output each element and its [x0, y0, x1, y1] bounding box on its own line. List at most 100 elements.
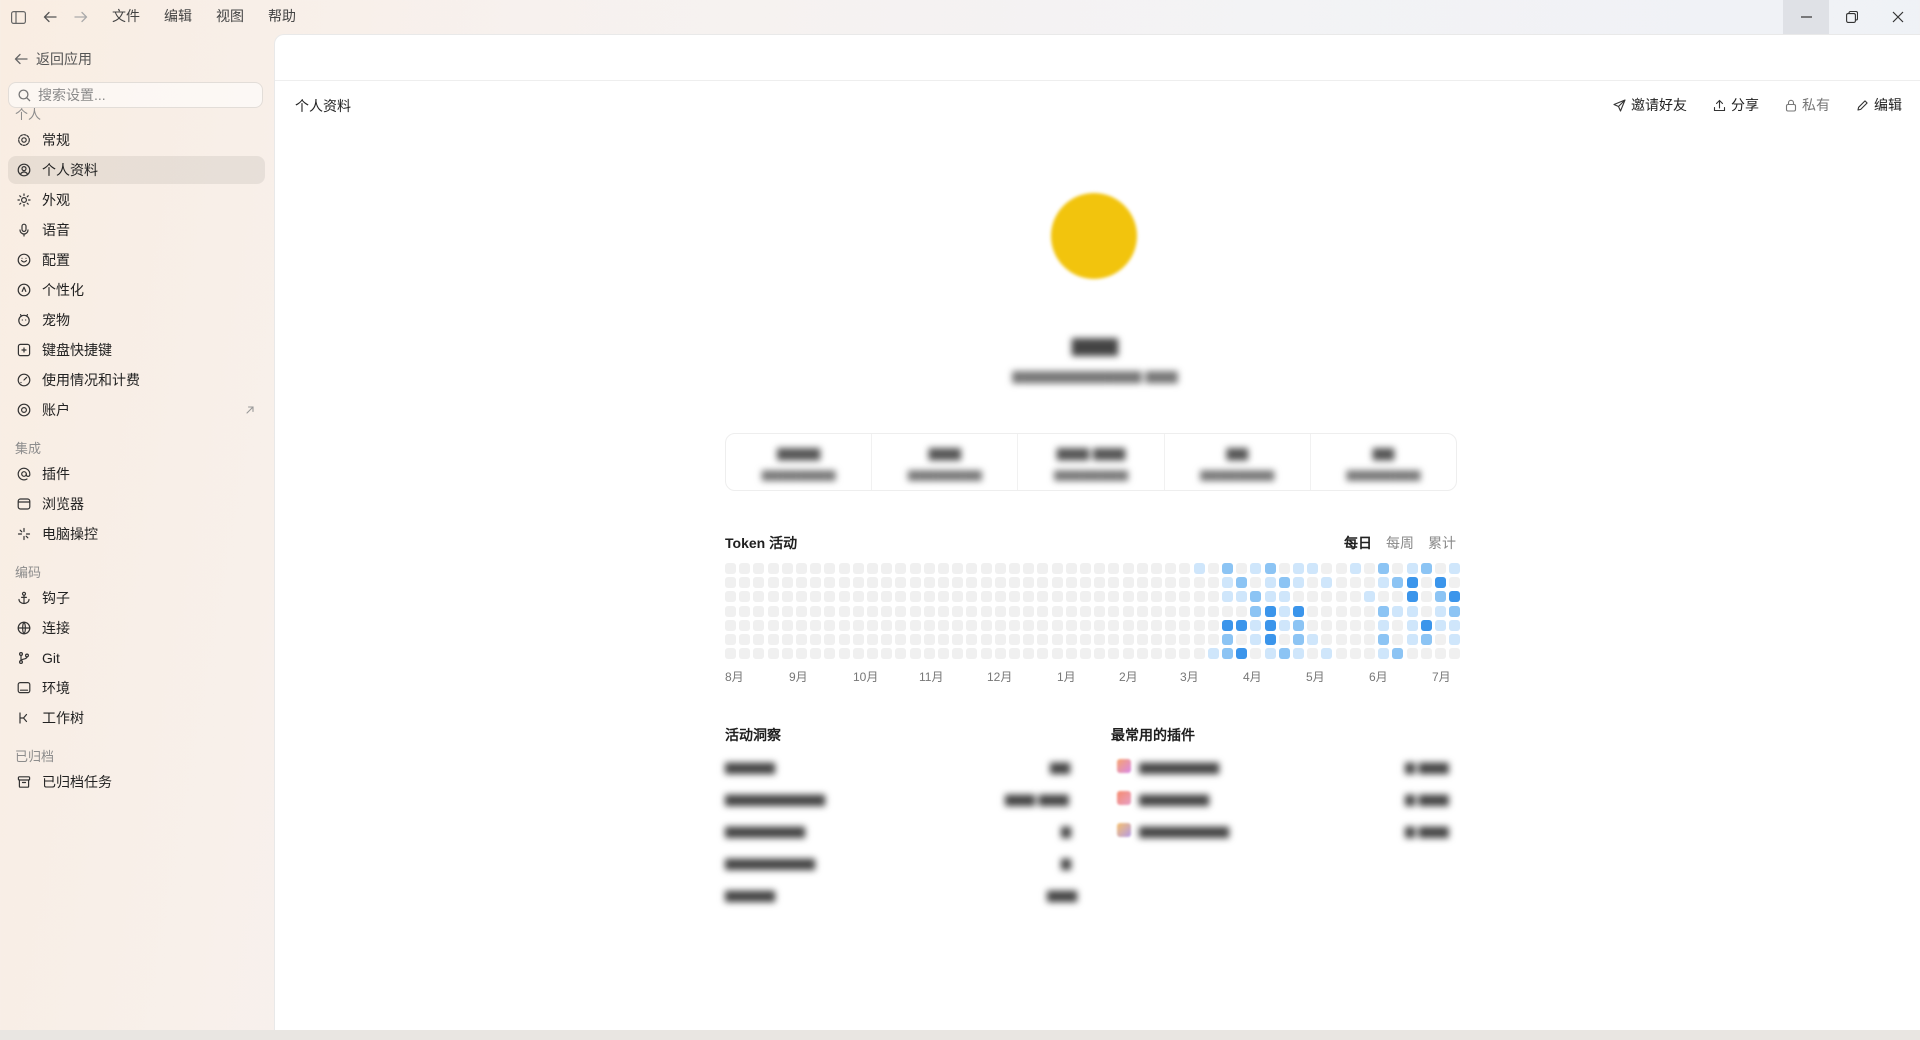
heatmap-cell[interactable] [1279, 620, 1290, 631]
heatmap-cell[interactable] [1279, 591, 1290, 602]
heatmap-cell[interactable] [1449, 606, 1460, 617]
heatmap-cell[interactable] [768, 620, 779, 631]
heatmap-cell[interactable] [1208, 606, 1219, 617]
heatmap-cell[interactable] [910, 563, 921, 574]
heatmap-cell[interactable] [995, 591, 1006, 602]
heatmap-cell[interactable] [1321, 648, 1332, 659]
heatmap-cell[interactable] [995, 563, 1006, 574]
heatmap-cell[interactable] [1094, 606, 1105, 617]
heatmap-cell[interactable] [1066, 648, 1077, 659]
heatmap-cell[interactable] [725, 563, 736, 574]
heatmap-cell[interactable] [1364, 620, 1375, 631]
heatmap-cell[interactable] [966, 606, 977, 617]
heatmap-cell[interactable] [867, 591, 878, 602]
heatmap-cell[interactable] [981, 563, 992, 574]
heatmap-cell[interactable] [1307, 634, 1318, 645]
heatmap-cell[interactable] [1023, 620, 1034, 631]
heatmap-cell[interactable] [1165, 648, 1176, 659]
heatmap-cell[interactable] [1108, 606, 1119, 617]
heatmap-cell[interactable] [1265, 606, 1276, 617]
heatmap-cell[interactable] [995, 648, 1006, 659]
heatmap-cell[interactable] [1066, 634, 1077, 645]
search-input[interactable] [38, 87, 248, 103]
heatmap-cell[interactable] [824, 577, 835, 588]
heatmap-cell[interactable] [938, 634, 949, 645]
heatmap-cell[interactable] [1222, 648, 1233, 659]
heatmap-cell[interactable] [1250, 606, 1261, 617]
heatmap-cell[interactable] [853, 620, 864, 631]
heatmap-cell[interactable] [1449, 634, 1460, 645]
heatmap-cell[interactable] [1378, 606, 1389, 617]
edit-button[interactable]: 编辑 [1856, 95, 1902, 115]
heatmap-cell[interactable] [796, 606, 807, 617]
heatmap-cell[interactable] [910, 577, 921, 588]
heatmap-cell[interactable] [1378, 563, 1389, 574]
heatmap-cell[interactable] [1350, 591, 1361, 602]
heatmap-cell[interactable] [1066, 591, 1077, 602]
heatmap-cell[interactable] [1222, 577, 1233, 588]
heatmap-cell[interactable] [952, 563, 963, 574]
heatmap-cell[interactable] [910, 648, 921, 659]
heatmap-cell[interactable] [782, 620, 793, 631]
sidebar-item[interactable]: Git [8, 644, 265, 672]
heatmap-cell[interactable] [1066, 577, 1077, 588]
private-button[interactable]: 私有 [1785, 95, 1830, 115]
heatmap-cell[interactable] [853, 577, 864, 588]
heatmap-cell[interactable] [910, 606, 921, 617]
heatmap-cell[interactable] [1407, 591, 1418, 602]
heatmap-cell[interactable] [782, 563, 793, 574]
heatmap-cell[interactable] [1052, 606, 1063, 617]
heatmap-cell[interactable] [1151, 648, 1162, 659]
heatmap-cell[interactable] [867, 620, 878, 631]
heatmap-cell[interactable] [1265, 577, 1276, 588]
heatmap-cell[interactable] [966, 620, 977, 631]
heatmap-cell[interactable] [881, 634, 892, 645]
heatmap-cell[interactable] [1052, 634, 1063, 645]
close-button[interactable] [1875, 0, 1920, 34]
heatmap-cell[interactable] [824, 620, 835, 631]
heatmap-cell[interactable] [1336, 563, 1347, 574]
heatmap-cell[interactable] [1137, 563, 1148, 574]
arrow-left-icon[interactable] [41, 8, 59, 26]
heatmap-cell[interactable] [1250, 591, 1261, 602]
heatmap-cell[interactable] [1208, 620, 1219, 631]
heatmap-cell[interactable] [981, 648, 992, 659]
heatmap-cell[interactable] [1137, 591, 1148, 602]
heatmap-cell[interactable] [1435, 634, 1446, 645]
heatmap-cell[interactable] [1222, 620, 1233, 631]
menu-view[interactable]: 视图 [216, 0, 244, 34]
heatmap-cell[interactable] [853, 648, 864, 659]
heatmap-cell[interactable] [839, 577, 850, 588]
heatmap-cell[interactable] [1208, 563, 1219, 574]
heatmap-cell[interactable] [1265, 648, 1276, 659]
heatmap-cell[interactable] [1208, 591, 1219, 602]
heatmap-cell[interactable] [1449, 591, 1460, 602]
heatmap-cell[interactable] [1165, 563, 1176, 574]
heatmap-cell[interactable] [1350, 606, 1361, 617]
heatmap-cell[interactable] [867, 606, 878, 617]
heatmap-cell[interactable] [839, 563, 850, 574]
heatmap-cell[interactable] [1449, 577, 1460, 588]
heatmap-cell[interactable] [1080, 591, 1091, 602]
heatmap-cell[interactable] [1378, 577, 1389, 588]
sidebar-item[interactable]: 常规 [8, 126, 265, 154]
heatmap-cell[interactable] [725, 591, 736, 602]
heatmap-cell[interactable] [1009, 577, 1020, 588]
heatmap-cell[interactable] [1108, 563, 1119, 574]
heatmap-cell[interactable] [1023, 606, 1034, 617]
heatmap-cell[interactable] [1009, 634, 1020, 645]
heatmap-cell[interactable] [739, 577, 750, 588]
heatmap-cell[interactable] [1194, 563, 1205, 574]
heatmap-cell[interactable] [1123, 648, 1134, 659]
heatmap-cell[interactable] [966, 634, 977, 645]
heatmap-cell[interactable] [1265, 563, 1276, 574]
heatmap-cell[interactable] [1052, 563, 1063, 574]
heatmap-cell[interactable] [1066, 563, 1077, 574]
heatmap-cell[interactable] [1279, 634, 1290, 645]
heatmap-cell[interactable] [1321, 634, 1332, 645]
sidebar-item[interactable]: 电脑操控 [8, 520, 265, 548]
heatmap-cell[interactable] [739, 563, 750, 574]
heatmap-cell[interactable] [1151, 577, 1162, 588]
heatmap-cell[interactable] [1336, 620, 1347, 631]
heatmap-cell[interactable] [1293, 606, 1304, 617]
